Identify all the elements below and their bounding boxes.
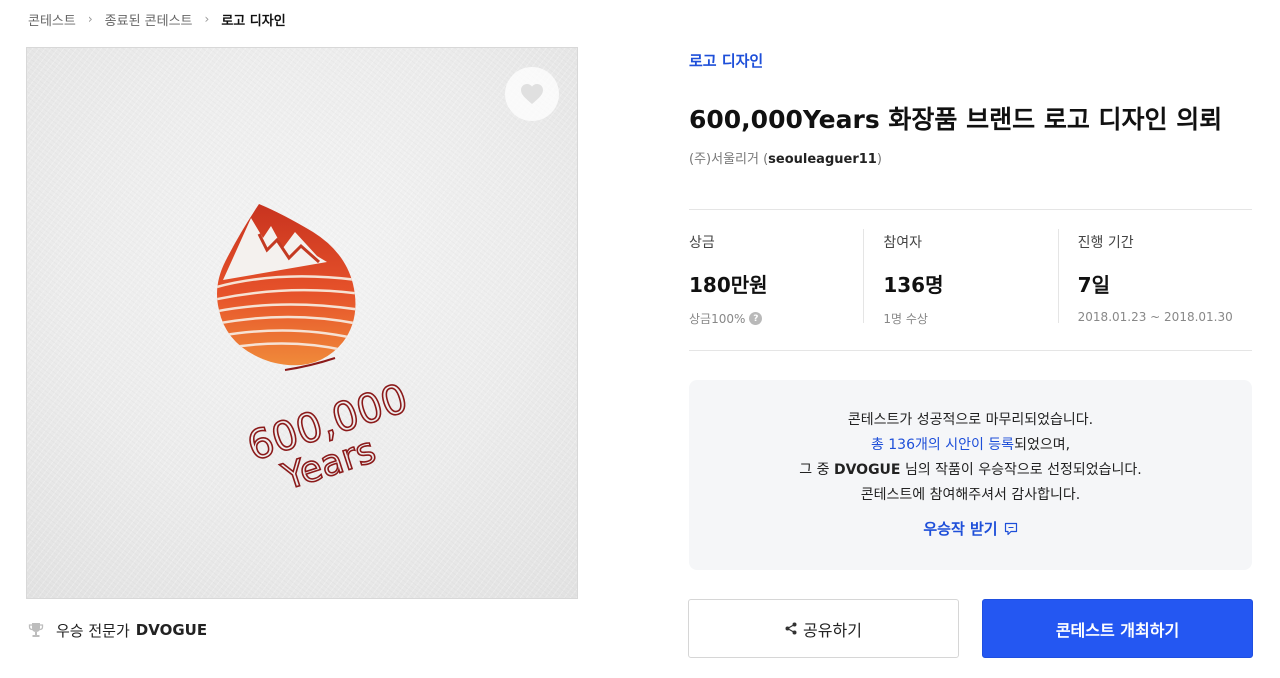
winner-name[interactable]: DVOGUE (136, 621, 207, 639)
stat-prize: 상금 180만원 상금100% ? (689, 229, 863, 326)
heart-icon (521, 84, 543, 104)
chat-bubble-icon (1004, 522, 1017, 535)
winning-artwork-image[interactable]: 600,000 Years (26, 47, 578, 599)
notice-line: 그 중 DVOGUE 님의 작품이 우승작으로 선정되었습니다. (799, 462, 1142, 478)
stat-value: 180만원 (689, 273, 768, 297)
stat-label: 참여자 (883, 235, 922, 251)
stat-participants: 참여자 136명 1명 수상 (863, 229, 1057, 326)
host-contest-button[interactable]: 콘테스트 개최하기 (982, 599, 1253, 658)
share-icon (785, 622, 797, 635)
breadcrumb-closed-contests[interactable]: 종료된 콘테스트 (105, 10, 193, 29)
host-name: (주)서울리거 (689, 152, 759, 167)
stat-value: 136명 (883, 273, 944, 297)
stat-period: 진행 기간 7일 2018.01.23 ~ 2018.01.30 (1057, 229, 1252, 324)
stat-sub: 2018.01.23 ~ 2018.01.30 (1077, 310, 1233, 324)
receive-winning-design-button[interactable]: 우승작 받기 (923, 518, 1017, 539)
breadcrumb-contests[interactable]: 콘테스트 (28, 10, 76, 29)
chevron-right-icon: › (87, 12, 93, 26)
share-label: 공유하기 (803, 620, 862, 640)
contest-category[interactable]: 로고 디자인 (689, 50, 763, 71)
stat-value: 7일 (1077, 273, 1110, 297)
winner-info: 우승 전문가 DVOGUE (28, 619, 207, 641)
contest-stats: 상금 180만원 상금100% ? 참여자 136명 1명 수상 진행 기간 7… (689, 229, 1252, 326)
winner-label: 우승 전문가 (56, 621, 130, 640)
share-button[interactable]: 공유하기 (688, 599, 959, 658)
brand-logo: 600,000 Years (217, 204, 414, 499)
contest-host: (주)서울리거 (seouleaguer11) (689, 152, 882, 167)
divider (689, 350, 1252, 351)
stat-sub: 상금100% ? (689, 310, 863, 327)
host-id[interactable]: seouleaguer11 (768, 152, 877, 167)
stat-sub: 1명 수상 (883, 312, 928, 326)
prize-ratio: 상금100% (689, 312, 746, 326)
notice-line: 콘테스트에 참여해주셔서 감사합니다. (860, 487, 1081, 503)
winner-name-inline: DVOGUE (833, 462, 901, 478)
stat-label: 상금 (689, 235, 715, 251)
notice-line: 총 136개의 시안이 등록되었으며, (870, 437, 1071, 453)
host-contest-label: 콘테스트 개최하기 (1055, 620, 1180, 640)
page-title: 600,000Years 화장품 브랜드 로고 디자인 의뢰 (689, 105, 1223, 134)
breadcrumb-current: 로고 디자인 (221, 13, 286, 29)
notice-line: 콘테스트가 성공적으로 마무리되었습니다. (847, 412, 1094, 428)
trophy-icon (28, 623, 44, 637)
like-button[interactable] (505, 67, 559, 121)
breadcrumb: 콘테스트 › 종료된 콘테스트 › 로고 디자인 (28, 10, 286, 29)
chevron-right-icon: › (204, 12, 210, 26)
divider (689, 209, 1252, 210)
contest-complete-notice: 콘테스트가 성공적으로 마무리되었습니다. 총 136개의 시안이 등록되었으며… (689, 380, 1252, 570)
stat-label: 진행 기간 (1077, 235, 1134, 251)
receive-label: 우승작 받기 (923, 520, 998, 538)
submissions-link[interactable]: 총 136개의 시안이 등록 (871, 437, 1014, 453)
help-icon[interactable]: ? (749, 312, 763, 325)
